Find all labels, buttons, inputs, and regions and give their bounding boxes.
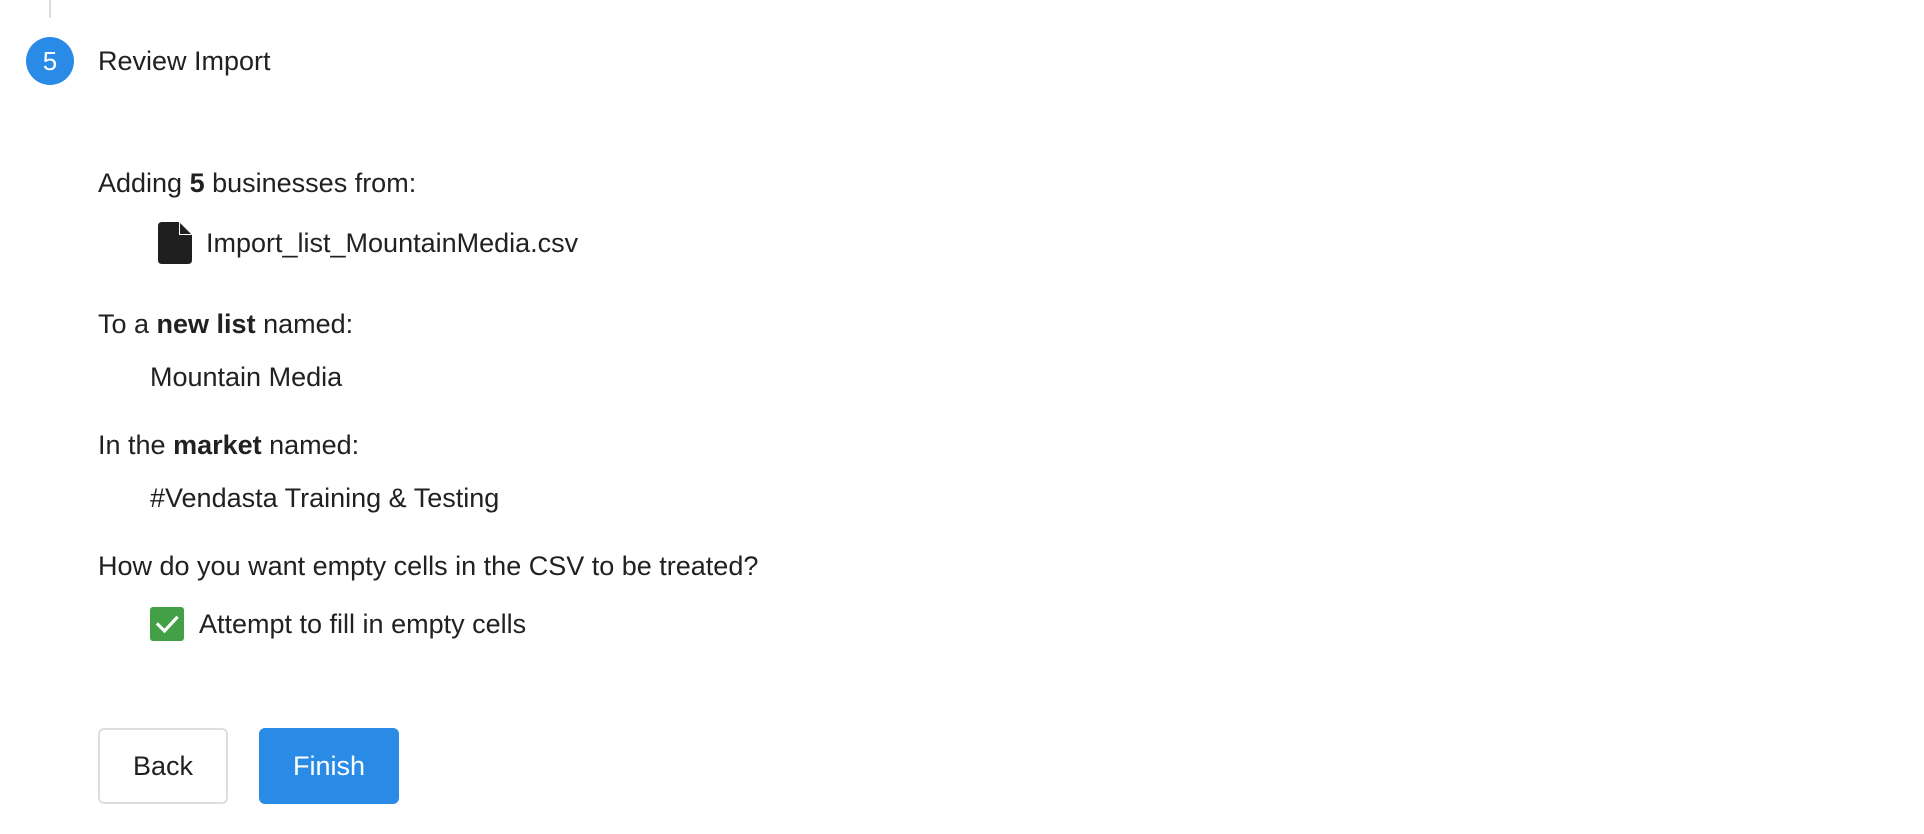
list-name: Mountain Media: [150, 362, 343, 392]
list-suffix: named:: [255, 309, 354, 339]
stepper-connector-line: [49, 0, 51, 18]
fill-empty-cells-option[interactable]: Attempt to fill in empty cells: [150, 607, 526, 641]
adding-suffix: businesses from:: [204, 168, 417, 198]
market-emphasis: market: [173, 430, 262, 460]
market-suffix: named:: [261, 430, 360, 460]
business-count: 5: [189, 168, 205, 198]
list-prefix: To a: [98, 309, 157, 339]
fill-empty-cells-checkbox[interactable]: [150, 607, 184, 641]
market-summary: In the market named:: [98, 428, 359, 462]
step-number-badge: 5: [26, 37, 74, 85]
fill-empty-cells-label[interactable]: Attempt to fill in empty cells: [199, 607, 526, 641]
file-icon: [158, 222, 192, 264]
step-title: Review Import: [98, 46, 271, 76]
source-file: Import_list_MountainMedia.csv: [158, 222, 578, 264]
empty-cells-question: How do you want empty cells in the CSV t…: [98, 551, 759, 581]
list-emphasis: new list: [156, 309, 256, 339]
checkmark-icon: [155, 615, 179, 634]
back-button[interactable]: Back: [98, 728, 228, 804]
market-prefix: In the: [98, 430, 174, 460]
market-name: #Vendasta Training & Testing: [150, 483, 500, 513]
adding-prefix: Adding: [98, 168, 190, 198]
list-summary: To a new list named:: [98, 307, 353, 341]
file-name: Import_list_MountainMedia.csv: [206, 228, 579, 258]
adding-summary: Adding 5 businesses from:: [98, 166, 416, 200]
finish-button[interactable]: Finish: [259, 728, 399, 804]
